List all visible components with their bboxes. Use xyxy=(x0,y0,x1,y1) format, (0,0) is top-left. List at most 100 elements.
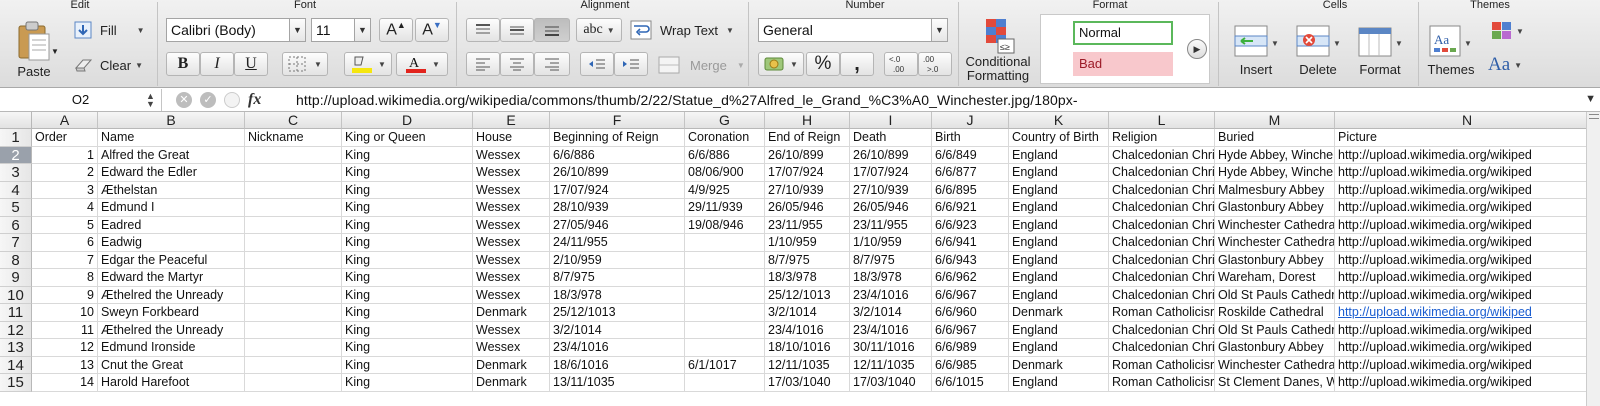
table-cell[interactable]: 8/7/975 xyxy=(550,269,685,287)
table-cell[interactable]: England xyxy=(1009,234,1109,252)
table-cell[interactable]: Wessex xyxy=(473,146,550,164)
table-cell[interactable]: 25/12/1013 xyxy=(550,304,685,322)
underline-button[interactable]: U xyxy=(234,52,268,76)
table-cell[interactable]: 27/05/946 xyxy=(550,216,685,234)
row-header-11[interactable]: 11 xyxy=(0,304,32,322)
table-cell[interactable]: 10 xyxy=(32,304,98,322)
row-header-9[interactable]: 9 xyxy=(0,269,32,287)
table-cell[interactable] xyxy=(245,251,342,269)
column-title-cell[interactable]: Nickname xyxy=(245,129,342,147)
table-cell[interactable]: 2/10/959 xyxy=(550,251,685,269)
column-header-l[interactable]: L xyxy=(1109,112,1215,129)
table-cell[interactable]: Wareham, Dorest xyxy=(1215,269,1335,287)
table-cell[interactable] xyxy=(685,251,765,269)
table-cell[interactable]: Edward the Edler xyxy=(98,164,245,182)
table-cell[interactable]: 17/07/924 xyxy=(550,181,685,199)
align-top-button[interactable] xyxy=(466,18,500,42)
table-cell[interactable]: King xyxy=(342,286,473,304)
comma-style-button[interactable]: , xyxy=(840,52,874,76)
table-cell[interactable]: Winchester Cathedra xyxy=(1215,234,1335,252)
orientation-button[interactable]: abc ▼ xyxy=(576,18,622,42)
table-cell[interactable] xyxy=(245,304,342,322)
table-cell[interactable]: 17/07/924 xyxy=(850,164,932,182)
table-cell[interactable]: 30/11/1016 xyxy=(850,339,932,357)
table-cell[interactable]: Wessex xyxy=(473,234,550,252)
paste-options-arrow[interactable]: ▼ xyxy=(48,44,62,58)
table-cell[interactable] xyxy=(685,234,765,252)
table-cell[interactable]: Roman Catholicisr xyxy=(1109,304,1215,322)
table-cell[interactable]: Chalcedonian Chri xyxy=(1109,269,1215,287)
table-cell[interactable]: King xyxy=(342,216,473,234)
table-cell[interactable]: 18/6/1016 xyxy=(550,356,685,374)
table-cell[interactable]: King xyxy=(342,251,473,269)
table-cell[interactable]: England xyxy=(1009,269,1109,287)
table-cell[interactable]: 13/11/1035 xyxy=(550,374,685,392)
table-cell[interactable]: 6/6/895 xyxy=(932,181,1009,199)
table-cell[interactable]: Sweyn Forkbeard xyxy=(98,304,245,322)
row-header-3[interactable]: 3 xyxy=(0,164,32,182)
table-cell[interactable]: 6/6/941 xyxy=(932,234,1009,252)
table-cell[interactable] xyxy=(245,286,342,304)
table-cell[interactable]: 6/6/985 xyxy=(932,356,1009,374)
table-cell[interactable] xyxy=(245,164,342,182)
table-cell[interactable]: Wessex xyxy=(473,286,550,304)
row-header-7[interactable]: 7 xyxy=(0,234,32,252)
table-cell[interactable]: 17/03/1040 xyxy=(765,374,850,392)
table-cell[interactable]: Wessex xyxy=(473,321,550,339)
table-cell[interactable]: Harold Harefoot xyxy=(98,374,245,392)
theme-colors-button[interactable]: ▼ xyxy=(1486,18,1530,44)
table-cell[interactable]: 23/4/1016 xyxy=(550,339,685,357)
table-cell[interactable]: King xyxy=(342,146,473,164)
table-cell[interactable]: England xyxy=(1009,321,1109,339)
table-cell[interactable]: http://upload.wikimedia.org/wikiped xyxy=(1335,304,1600,322)
table-cell[interactable]: 6/6/962 xyxy=(932,269,1009,287)
percent-button[interactable]: % xyxy=(806,52,840,76)
table-cell[interactable]: 3/2/1014 xyxy=(765,304,850,322)
table-cell[interactable]: 18/3/978 xyxy=(850,269,932,287)
table-cell[interactable]: 6 xyxy=(32,234,98,252)
vertical-scrollbar[interactable] xyxy=(1586,112,1600,406)
table-cell[interactable]: King xyxy=(342,269,473,287)
column-header-n[interactable]: N xyxy=(1335,112,1600,129)
style-bad[interactable]: Bad xyxy=(1073,52,1173,76)
table-cell[interactable]: King xyxy=(342,181,473,199)
row-header-6[interactable]: 6 xyxy=(0,216,32,234)
table-cell[interactable]: England xyxy=(1009,374,1109,392)
table-cell[interactable]: King xyxy=(342,164,473,182)
table-cell[interactable]: 27/10/939 xyxy=(765,181,850,199)
column-title-cell[interactable]: House xyxy=(473,129,550,147)
expand-formula-bar-icon[interactable]: ▼ xyxy=(1585,93,1596,105)
row-header-15[interactable]: 15 xyxy=(0,374,32,392)
table-cell[interactable]: Edgar the Peaceful xyxy=(98,251,245,269)
table-cell[interactable]: 24/11/955 xyxy=(550,234,685,252)
column-header-f[interactable]: F xyxy=(550,112,685,129)
column-header-h[interactable]: H xyxy=(765,112,850,129)
table-cell[interactable]: 4 xyxy=(32,199,98,217)
table-cell[interactable]: 23/4/1016 xyxy=(850,321,932,339)
table-cell[interactable]: Æthelstan xyxy=(98,181,245,199)
clear-button[interactable]: Clear ▼ xyxy=(74,54,143,76)
merge-button[interactable]: Merge ▼ xyxy=(658,53,745,77)
table-cell[interactable]: 26/05/946 xyxy=(850,199,932,217)
table-cell[interactable]: Roskilde Cathedral xyxy=(1215,304,1335,322)
column-title-cell[interactable]: Religion xyxy=(1109,129,1215,147)
row-header-8[interactable]: 8 xyxy=(0,251,32,269)
column-header-k[interactable]: K xyxy=(1009,112,1109,129)
table-cell[interactable]: 6/6/967 xyxy=(932,321,1009,339)
number-format-select[interactable]: General ▼ xyxy=(758,18,948,42)
table-cell[interactable]: 6/6/1015 xyxy=(932,374,1009,392)
table-cell[interactable]: 12/11/1035 xyxy=(765,356,850,374)
table-cell[interactable]: 26/10/899 xyxy=(550,164,685,182)
table-cell[interactable]: Denmark xyxy=(473,374,550,392)
decrease-decimal-button[interactable]: .00 >.0 xyxy=(918,52,952,76)
table-cell[interactable]: Chalcedonian Chri xyxy=(1109,164,1215,182)
table-cell[interactable]: Edward the Martyr xyxy=(98,269,245,287)
table-cell[interactable]: http://upload.wikimedia.org/wikiped xyxy=(1335,374,1600,392)
column-header-c[interactable]: C xyxy=(245,112,342,129)
table-cell[interactable]: 3 xyxy=(32,181,98,199)
table-cell[interactable]: 6/6/989 xyxy=(932,339,1009,357)
table-cell[interactable]: King xyxy=(342,199,473,217)
table-cell[interactable] xyxy=(245,374,342,392)
table-cell[interactable]: http://upload.wikimedia.org/wikiped xyxy=(1335,356,1600,374)
row-header-2[interactable]: 2 xyxy=(0,146,32,164)
